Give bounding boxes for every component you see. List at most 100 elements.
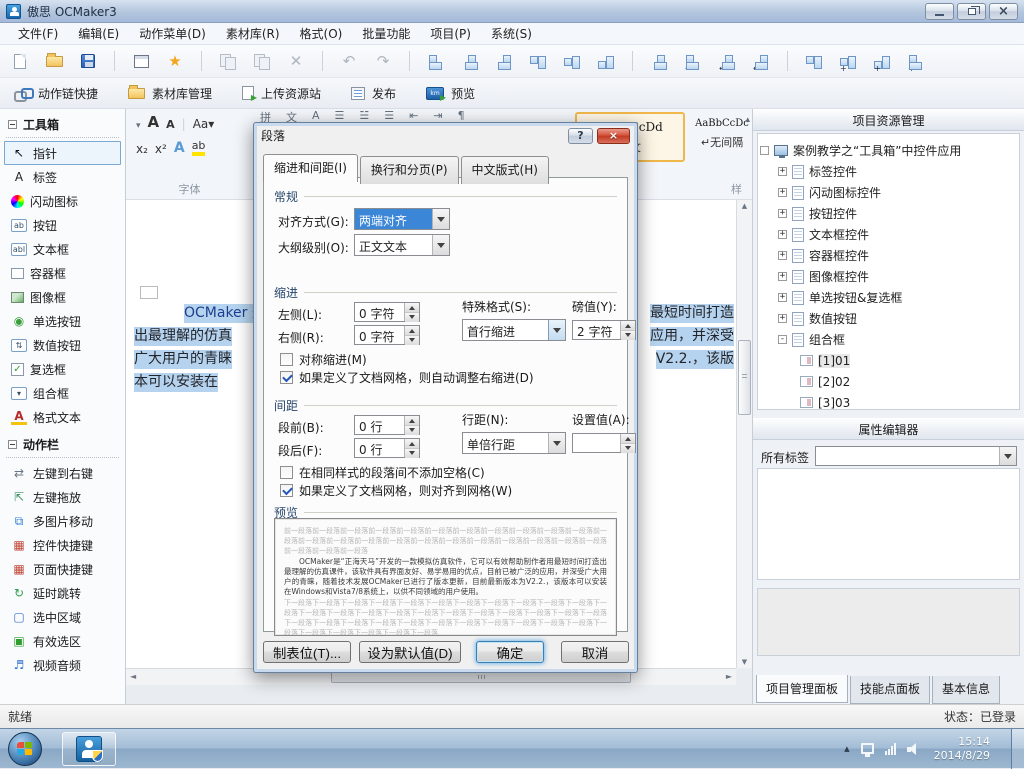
ribbon-mini-icon[interactable]: ⇤ <box>409 109 418 122</box>
shrink-font-button[interactable]: A <box>166 118 175 131</box>
property-list-box[interactable] <box>757 468 1020 580</box>
toolbox-item[interactable]: ab 按钮 <box>0 213 125 237</box>
toolbox-item[interactable]: ▢ 容器框 <box>0 261 125 285</box>
toolbox-item[interactable]: ● 闪动图标 <box>0 189 125 213</box>
at-spinner[interactable] <box>572 433 636 453</box>
preview-button[interactable]: km 预览 <box>426 85 475 102</box>
toolbox-section-header[interactable]: 工具箱 <box>0 109 125 137</box>
no-space-same-style-checkbox[interactable]: 在相同样式的段落间不添加空格(C) <box>280 464 485 481</box>
tree-node[interactable]: + 按钮控件 <box>760 203 1017 224</box>
dropdown-button[interactable] <box>432 209 449 229</box>
spinner-buttons[interactable] <box>620 434 635 453</box>
signal-strength-icon[interactable] <box>884 742 896 755</box>
ribbon-mini-icon[interactable]: ☱ <box>359 109 369 122</box>
tree-expand-icon[interactable]: + <box>778 251 787 260</box>
auto-right-indent-checkbox[interactable]: 如果定义了文档网格，则自动调整右缩进(D) <box>280 369 534 386</box>
align-bottom-button[interactable] <box>592 48 620 74</box>
favorites-button[interactable]: ★ <box>161 48 189 74</box>
taskbar-clock[interactable]: 15:14 2014/8/29 <box>934 735 990 763</box>
grow-font-button[interactable]: A <box>148 113 160 131</box>
increase-horizontal-spacing-button[interactable]: ↔ <box>713 48 741 74</box>
delete-button[interactable]: ✕ <box>282 48 310 74</box>
indent-left-spinner[interactable]: 0 字符 <box>354 302 420 322</box>
toolbox-item[interactable]: ▾ 组合框 <box>0 381 125 405</box>
tabs-button[interactable]: 制表位(T)... <box>263 641 351 663</box>
toolbox-item[interactable]: ✓ 复选框 <box>0 357 125 381</box>
ok-button[interactable]: 确定 <box>476 641 544 663</box>
align-top-button[interactable] <box>524 48 552 74</box>
actionbar-section-header[interactable]: 动作栏 <box>0 429 125 457</box>
new-document-button[interactable] <box>6 48 34 74</box>
scroll-down-icon[interactable]: ▼ <box>737 658 752 666</box>
spinner-buttons[interactable] <box>404 303 419 322</box>
redo-button[interactable]: ↷ <box>369 48 397 74</box>
volume-icon[interactable] <box>906 742 919 755</box>
subscript-button[interactable]: x₂ <box>136 142 148 156</box>
tree-node[interactable]: + 图像框控件 <box>760 266 1017 287</box>
paste-button[interactable] <box>248 48 276 74</box>
style-card-no-spacing[interactable]: AaBbCcDc ↵无间隔 <box>691 112 753 162</box>
open-button[interactable] <box>40 48 68 74</box>
dropdown-button[interactable] <box>432 235 449 255</box>
minimize-button[interactable] <box>925 2 954 20</box>
gallery-scroll-up-icon[interactable]: ▴ <box>745 115 750 125</box>
tree-node[interactable]: + 标签控件 <box>760 161 1017 182</box>
network-status-icon[interactable] <box>860 743 874 757</box>
dialog-close-button[interactable]: × <box>597 127 630 144</box>
toolbox-item[interactable]: ▨ 图像框 <box>0 285 125 309</box>
font-size-dropdown-arrow-icon[interactable]: ▾ <box>136 121 141 131</box>
spinner-buttons[interactable] <box>404 439 419 458</box>
alignment-combobox[interactable]: 两端对齐 <box>354 208 450 230</box>
tree-collapse-icon[interactable] <box>760 146 769 155</box>
align-center-horizontal-button[interactable] <box>456 48 484 74</box>
menu-item[interactable]: 素材库(R) <box>216 22 290 45</box>
tree-expand-icon[interactable]: + <box>778 230 787 239</box>
dialog-titlebar[interactable]: 段落 ? × <box>254 123 637 146</box>
outline-level-combobox[interactable]: 正文文本 <box>354 234 450 256</box>
equal-vertical-spacing-button[interactable]: + <box>834 48 862 74</box>
menu-item[interactable]: 动作菜单(D) <box>129 22 216 45</box>
ribbon-mini-icon[interactable]: 拼 <box>260 109 271 122</box>
ribbon-mini-icon[interactable]: 文 <box>286 109 297 122</box>
tree-node[interactable]: + 单选按钮&复选框 <box>760 287 1017 308</box>
dropdown-button[interactable] <box>999 447 1016 465</box>
scroll-up-icon[interactable]: ▲ <box>737 202 752 210</box>
taskbar-app-button[interactable] <box>62 731 116 766</box>
vertical-scrollbar-thumb[interactable] <box>738 340 751 415</box>
toolbox-item[interactable]: A 格式文本 <box>0 405 125 429</box>
show-desktop-button[interactable] <box>1011 728 1024 769</box>
special-format-combobox[interactable]: 首行缩进 <box>462 319 566 341</box>
toolbox-item[interactable]: ◉ 单选按钮 <box>0 309 125 333</box>
tab-project-management[interactable]: 项目管理面板 <box>756 675 849 703</box>
space-after-spinner[interactable]: 0 行 <box>354 438 420 458</box>
tab-asian-typography[interactable]: 中文版式(H) <box>460 156 549 184</box>
align-middle-button[interactable] <box>558 48 586 74</box>
toolbox-item[interactable]: ↖ 指针 <box>4 141 121 165</box>
tab-skill-points[interactable]: 技能点面板 <box>850 676 931 704</box>
align-left-button[interactable] <box>422 48 450 74</box>
save-button[interactable] <box>74 48 102 74</box>
distribute-vertical-button[interactable] <box>800 48 828 74</box>
tree-expand-icon[interactable]: - <box>778 335 787 344</box>
spinner-buttons[interactable] <box>404 416 419 435</box>
cancel-button[interactable]: 取消 <box>561 641 629 663</box>
copy-button[interactable] <box>214 48 242 74</box>
tree-node[interactable]: + 容器框控件 <box>760 245 1017 266</box>
superscript-button[interactable]: x² <box>155 142 167 156</box>
equal-horizontal-spacing-button[interactable]: ↔ <box>679 48 707 74</box>
dropdown-button[interactable] <box>548 433 565 453</box>
menu-item[interactable]: 批量功能 <box>352 22 420 45</box>
decrease-horizontal-spacing-button[interactable]: ↔ <box>747 48 775 74</box>
vertical-scrollbar[interactable]: ▲ ▼ <box>736 200 752 668</box>
ribbon-mini-icon[interactable]: ⇥ <box>433 109 442 122</box>
form-view-button[interactable] <box>127 48 155 74</box>
action-chain-shortcut-button[interactable]: 动作链快捷 <box>14 85 98 102</box>
tree-node[interactable]: + 文本框控件 <box>760 224 1017 245</box>
toolbox-item[interactable]: ⇅ 数值按钮 <box>0 333 125 357</box>
indent-right-spinner[interactable]: 0 字符 <box>354 325 420 345</box>
by-spinner[interactable]: 2 字符 <box>572 320 636 340</box>
actionbar-item[interactable]: ▦ 控件快捷键 <box>0 533 125 557</box>
line-spacing-combobox[interactable]: 单倍行距 <box>462 432 566 454</box>
toolbox-item[interactable]: A 标签 <box>0 165 125 189</box>
snap-to-grid-checkbox[interactable]: 如果定义了文档网格，则对齐到网格(W) <box>280 482 512 499</box>
